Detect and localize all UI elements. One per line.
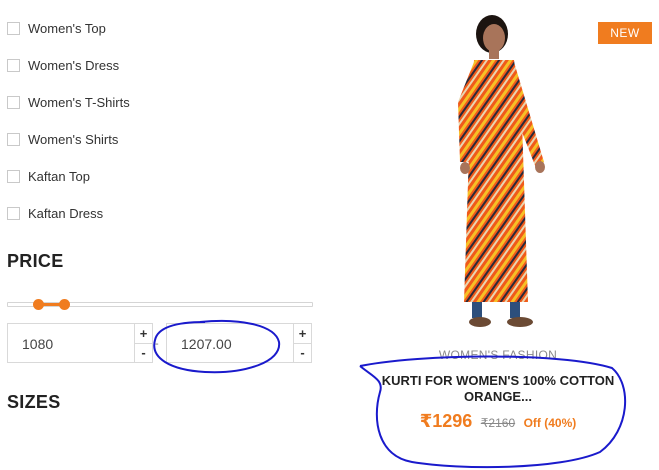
slider-min-handle[interactable] (33, 299, 44, 310)
category-filter-womens-dress[interactable]: Women's Dress (7, 47, 130, 84)
checkbox[interactable] (7, 207, 20, 220)
max-price-field: 1207.00 + - (166, 323, 312, 363)
max-price-decrement-button[interactable]: - (294, 344, 311, 363)
product-title[interactable]: KURTI FOR WOMEN'S 100% COTTON ORANGE... (358, 373, 638, 405)
product-price-row: ₹1296 ₹2160 Off (40%) (340, 411, 656, 432)
category-label: Women's Top (28, 21, 106, 36)
min-price-input[interactable]: 1080 (8, 324, 134, 362)
new-badge: NEW (598, 22, 652, 44)
category-label: Kaftan Top (28, 169, 90, 184)
sale-price: ₹1296 (419, 411, 473, 431)
min-price-increment-button[interactable]: + (135, 324, 152, 344)
category-filter-list: Women's Top Women's Dress Women's T-Shir… (7, 10, 130, 232)
checkbox[interactable] (7, 59, 20, 72)
price-range-slider[interactable] (7, 297, 313, 311)
product-brand: WOMEN'S FASHION (438, 348, 558, 362)
category-label: Kaftan Dress (28, 206, 104, 221)
category-filter-kaftan-top[interactable]: Kaftan Top (7, 158, 130, 195)
checkbox[interactable] (7, 22, 20, 35)
product-image[interactable] (440, 12, 550, 332)
category-label: Women's T-Shirts (28, 95, 130, 110)
category-filter-kaftan-dress[interactable]: Kaftan Dress (7, 195, 130, 232)
category-filter-womens-top[interactable]: Women's Top (7, 10, 130, 47)
discount-label: Off (40%) (523, 416, 577, 430)
max-price-input[interactable]: 1207.00 (167, 324, 293, 362)
original-price: ₹2160 (480, 416, 516, 430)
checkbox[interactable] (7, 133, 20, 146)
checkbox[interactable] (7, 96, 20, 109)
min-price-stepper: + - (134, 324, 152, 362)
max-price-stepper: + - (293, 324, 311, 362)
price-heading: PRICE (7, 251, 64, 271)
sizes-heading: SIZES (7, 392, 61, 412)
min-price-decrement-button[interactable]: - (135, 344, 152, 363)
max-price-increment-button[interactable]: + (294, 324, 311, 344)
min-price-field: 1080 + - (7, 323, 153, 363)
slider-max-handle[interactable] (59, 299, 70, 310)
category-filter-womens-shirts[interactable]: Women's Shirts (7, 121, 130, 158)
checkbox[interactable] (7, 170, 20, 183)
category-filter-womens-tshirts[interactable]: Women's T-Shirts (7, 84, 130, 121)
category-label: Women's Dress (28, 58, 120, 73)
price-range-separator: - (155, 338, 159, 350)
category-label: Women's Shirts (28, 132, 119, 147)
